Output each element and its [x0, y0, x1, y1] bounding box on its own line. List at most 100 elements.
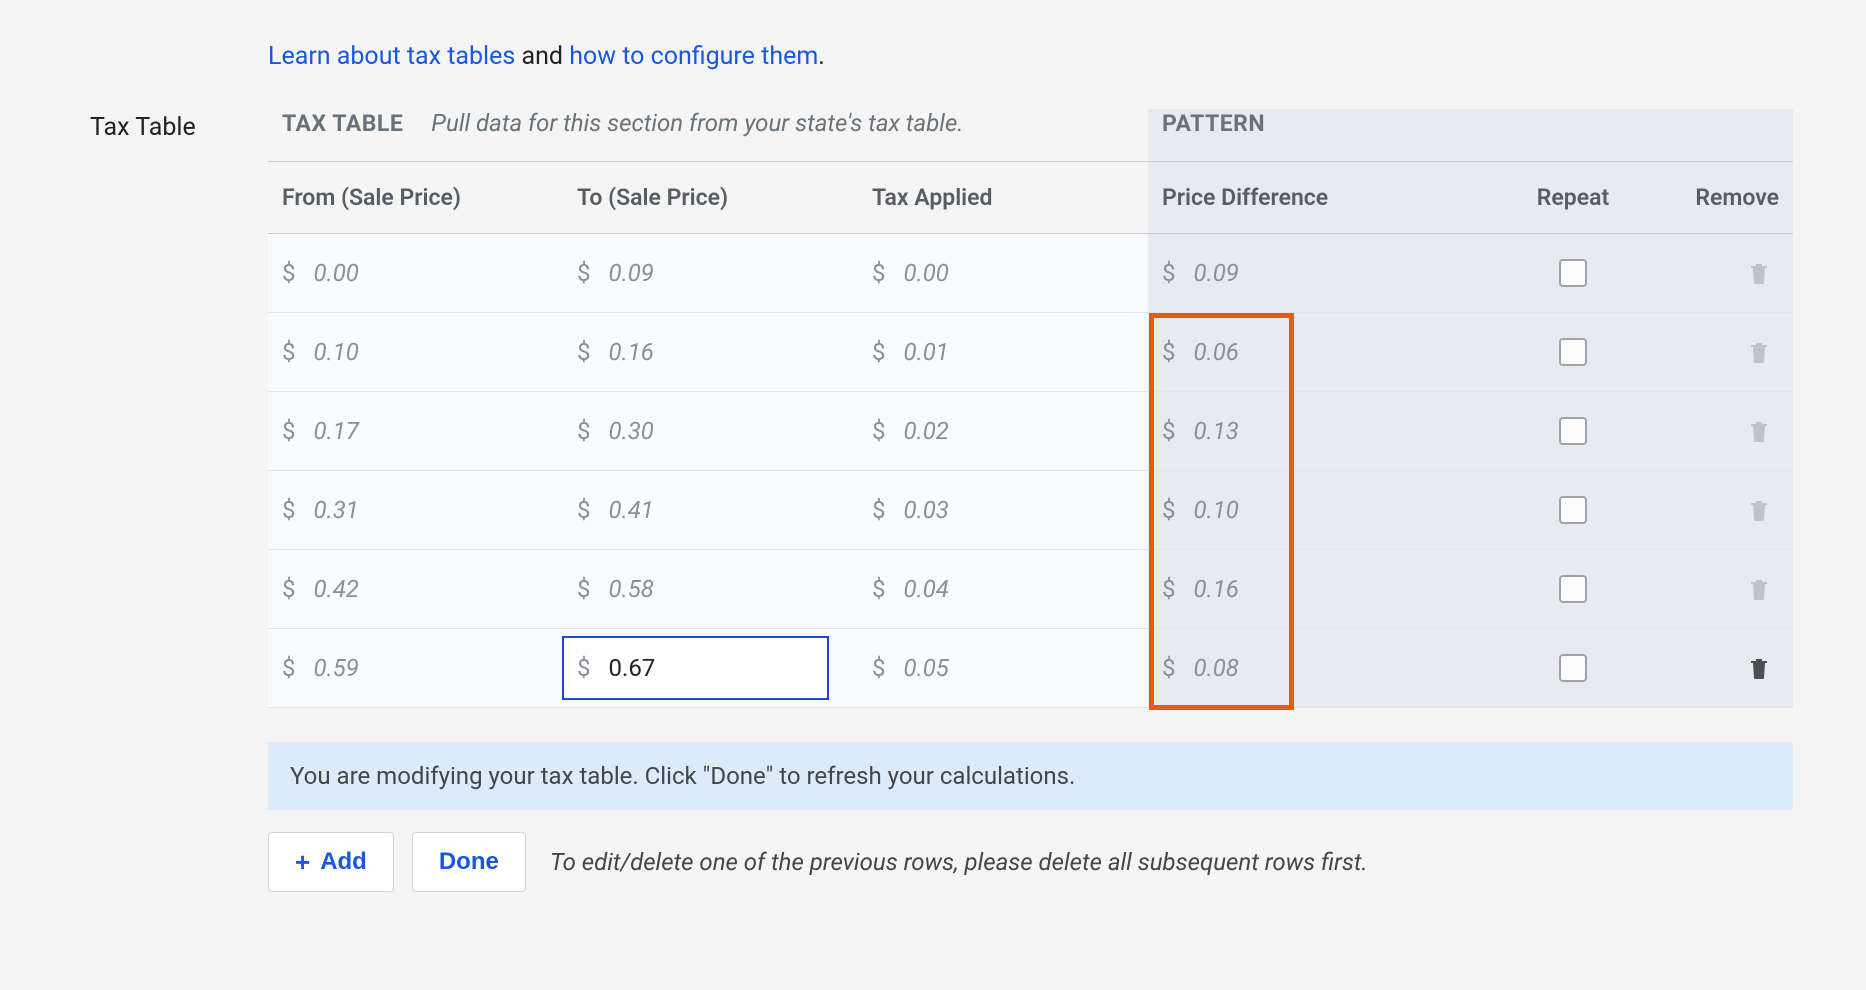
- dollar-icon: $: [1162, 259, 1176, 287]
- to-price: $0.67: [563, 629, 858, 707]
- col-repeat: Repeat: [1483, 162, 1663, 233]
- to-price-field[interactable]: $0.16: [577, 338, 844, 366]
- to-price-value: 0.09: [609, 259, 654, 287]
- col-remove: Remove: [1663, 162, 1793, 233]
- dollar-icon: $: [282, 496, 296, 524]
- price-diff-field[interactable]: $0.16: [1162, 575, 1469, 603]
- from-price-value: 0.42: [314, 575, 359, 603]
- repeat-checkbox[interactable]: [1559, 338, 1587, 366]
- to-price-field[interactable]: $0.09: [577, 259, 844, 287]
- col-to: To (Sale Price): [563, 162, 858, 233]
- learn-tax-tables-link[interactable]: Learn about tax tables: [268, 42, 515, 71]
- from-price-field[interactable]: $0.42: [282, 575, 549, 603]
- dollar-icon: $: [282, 338, 296, 366]
- tax-table-hint: Pull data for this section from your sta…: [431, 109, 963, 137]
- to-price: $0.30: [563, 392, 858, 470]
- from-price-value: 0.31: [314, 496, 359, 524]
- dollar-icon: $: [1162, 417, 1176, 445]
- dollar-icon: $: [577, 417, 591, 445]
- from-price-field[interactable]: $0.10: [282, 338, 549, 366]
- plus-icon: +: [295, 849, 310, 875]
- to-price-value: 0.41: [609, 496, 654, 524]
- to-price-field[interactable]: $0.30: [577, 417, 844, 445]
- dollar-icon: $: [282, 259, 296, 287]
- done-button[interactable]: Done: [412, 832, 526, 892]
- repeat-cell: [1483, 234, 1663, 312]
- col-tax: Tax Applied: [858, 162, 1148, 233]
- tax-applied: $0.05: [858, 629, 1148, 707]
- footer-hint: To edit/delete one of the previous rows,…: [550, 848, 1368, 876]
- price-diff-field[interactable]: $0.06: [1162, 338, 1469, 366]
- tax-applied: $0.03: [858, 471, 1148, 549]
- dollar-icon: $: [577, 259, 591, 287]
- intro-and: and: [515, 42, 569, 71]
- configure-link[interactable]: how to configure them: [569, 42, 818, 71]
- dollar-icon: $: [1162, 575, 1176, 603]
- from-price: $0.10: [268, 313, 563, 391]
- trash-icon[interactable]: [1747, 260, 1771, 286]
- table-row: $0.42$0.58$0.04$0.16: [268, 550, 1793, 629]
- trash-icon[interactable]: [1747, 339, 1771, 365]
- price-diff-value: 0.06: [1194, 338, 1239, 366]
- price-diff: $0.08: [1148, 629, 1483, 707]
- repeat-checkbox[interactable]: [1559, 259, 1587, 287]
- price-diff-field[interactable]: $0.10: [1162, 496, 1469, 524]
- dollar-icon: $: [577, 575, 591, 603]
- tax-applied: $0.01: [858, 313, 1148, 391]
- from-price: $0.17: [268, 392, 563, 470]
- to-price-field[interactable]: $0.58: [577, 575, 844, 603]
- tax-applied-field[interactable]: $0.03: [872, 496, 1134, 524]
- repeat-checkbox[interactable]: [1559, 496, 1587, 524]
- to-price-field[interactable]: $0.41: [577, 496, 844, 524]
- intro-line: Learn about tax tables and how to config…: [268, 42, 1793, 71]
- trash-icon[interactable]: [1747, 418, 1771, 444]
- tax-applied-field[interactable]: $0.00: [872, 259, 1134, 287]
- dollar-icon: $: [1162, 654, 1176, 682]
- tax-applied-field[interactable]: $0.05: [872, 654, 1134, 682]
- dollar-icon: $: [872, 259, 886, 287]
- from-price-field[interactable]: $0.31: [282, 496, 549, 524]
- dollar-icon: $: [1162, 338, 1176, 366]
- tax-applied-value: 0.04: [904, 575, 949, 603]
- price-diff-value: 0.09: [1194, 259, 1239, 287]
- dollar-icon: $: [577, 496, 591, 524]
- repeat-cell: [1483, 629, 1663, 707]
- from-price-value: 0.17: [314, 417, 359, 445]
- tax-applied-field[interactable]: $0.04: [872, 575, 1134, 603]
- price-diff-field[interactable]: $0.09: [1162, 259, 1469, 287]
- from-price-field[interactable]: $0.00: [282, 259, 549, 287]
- trash-icon[interactable]: [1747, 655, 1771, 681]
- to-price: $0.41: [563, 471, 858, 549]
- repeat-cell: [1483, 313, 1663, 391]
- table-row: $0.59 $0.67 $0.05 $0.08: [268, 629, 1793, 708]
- remove-cell: [1663, 471, 1793, 549]
- trash-icon[interactable]: [1747, 576, 1771, 602]
- price-diff-field[interactable]: $0.13: [1162, 417, 1469, 445]
- repeat-checkbox[interactable]: [1559, 417, 1587, 445]
- add-button-label: Add: [320, 848, 367, 876]
- price-diff: $0.13: [1148, 392, 1483, 470]
- repeat-checkbox[interactable]: [1559, 654, 1587, 682]
- notice-banner: You are modifying your tax table. Click …: [268, 742, 1793, 810]
- to-price-value: 0.58: [609, 575, 654, 603]
- tax-applied: $0.04: [858, 550, 1148, 628]
- tax-applied: $0.02: [858, 392, 1148, 470]
- dollar-icon: $: [872, 496, 886, 524]
- side-label: Tax Table: [90, 109, 260, 892]
- repeat-cell: [1483, 392, 1663, 470]
- table-row: $0.00$0.09$0.00$0.09: [268, 234, 1793, 313]
- from-price-field[interactable]: $0.59: [282, 654, 549, 682]
- remove-cell: [1663, 392, 1793, 470]
- from-price-field[interactable]: $0.17: [282, 417, 549, 445]
- tax-applied-field[interactable]: $0.02: [872, 417, 1134, 445]
- add-button[interactable]: + Add: [268, 832, 394, 892]
- from-price: $0.59: [268, 629, 563, 707]
- tax-applied-field[interactable]: $0.01: [872, 338, 1134, 366]
- to-price: $0.58: [563, 550, 858, 628]
- to-price-field[interactable]: $0.67: [562, 636, 829, 700]
- trash-icon[interactable]: [1747, 497, 1771, 523]
- done-button-label: Done: [439, 848, 499, 876]
- col-from: From (Sale Price): [268, 162, 563, 233]
- repeat-checkbox[interactable]: [1559, 575, 1587, 603]
- price-diff-field[interactable]: $0.08: [1162, 654, 1469, 682]
